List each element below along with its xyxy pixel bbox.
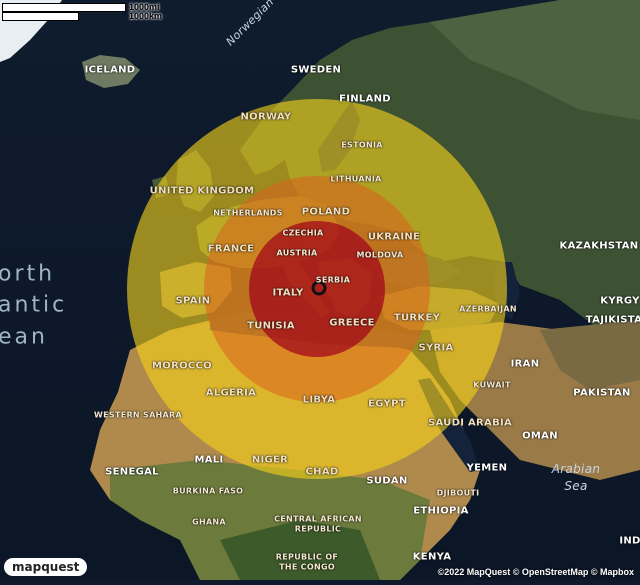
country-label-spain: SPAIN — [175, 295, 211, 307]
country-label-india: IND — [619, 535, 640, 547]
country-label-ukraine: UKRAINE — [367, 231, 421, 243]
sea-label-sea: Sea — [564, 479, 588, 493]
scale-bar-miles — [2, 3, 126, 12]
country-label-sweden: SWEDEN — [290, 64, 342, 76]
mapquest-logo[interactable]: mapquest — [4, 558, 88, 576]
scale-km-label: 1000km — [129, 11, 163, 21]
country-label-austria: AUSTRIA — [276, 248, 318, 258]
country-label-yemen: YEMEN — [466, 462, 508, 474]
country-label-syria: SYRIA — [418, 342, 454, 354]
country-label-turkey: TURKEY — [393, 312, 441, 324]
country-label-djibouti: DJIBOUTI — [436, 488, 480, 498]
country-label-western-sahara: WESTERN SAHARA — [93, 410, 183, 420]
ocean-label-north: orth — [0, 261, 56, 287]
country-label-tajikistan: TAJIKISTA — [585, 314, 640, 326]
scale-bar: 1000mi 1000km — [2, 2, 172, 22]
country-label-ghana: GHANA — [192, 517, 226, 527]
map-canvas[interactable]: 1000mi 1000km orth antic ean Norwegian A… — [0, 0, 640, 580]
satellite-basemap — [0, 0, 640, 580]
country-label-azerbaijan: AZERBAIJAN — [459, 304, 517, 314]
country-label-serbia: SERBIA — [315, 275, 351, 285]
country-label-republic: REPUBLIC — [294, 524, 342, 534]
country-label-france: FRANCE — [207, 243, 255, 255]
country-label-iceland: ICELAND — [84, 64, 136, 76]
country-label-tunisia: TUNISIA — [247, 320, 295, 332]
country-label-burkina-faso: BURKINA FASO — [172, 486, 244, 496]
country-label-central-african: CENTRAL AFRICAN — [274, 514, 362, 524]
scale-bar-km — [2, 12, 79, 21]
country-label-lithuania: LITHUANIA — [330, 174, 382, 184]
country-label-morocco: MOROCCO — [152, 360, 212, 372]
country-label-chad: CHAD — [305, 466, 339, 478]
country-label-kazakhstan: KAZAKHSTAN — [559, 240, 639, 252]
country-label-oman: OMAN — [522, 430, 558, 442]
ocean-label-atlantic: antic — [0, 292, 68, 318]
ocean-label-ocean: ean — [0, 324, 48, 350]
country-label-iran: IRAN — [510, 358, 540, 370]
map-attribution[interactable]: ©2022 MapQuest © OpenStreetMap © Mapbox — [438, 567, 634, 577]
country-label-pakistan: PAKISTAN — [573, 387, 631, 399]
country-label-mali: MALI — [194, 454, 224, 466]
country-label-algeria: ALGERIA — [205, 387, 257, 399]
country-label-norway: NORWAY — [240, 111, 292, 123]
country-label-poland: POLAND — [301, 206, 351, 218]
country-label-czechia: CZECHIA — [282, 228, 324, 238]
country-label-netherlands: NETHERLANDS — [213, 208, 283, 218]
country-label-the-congo: THE CONGO — [279, 562, 335, 572]
country-label-estonia: ESTONIA — [341, 140, 383, 150]
country-label-united-kingdom: UNITED KINGDOM — [149, 185, 255, 197]
country-label-moldova: MOLDOVA — [356, 250, 404, 260]
sea-label-arabian: Arabian — [551, 462, 601, 476]
intensity-ring-inner — [249, 221, 385, 357]
country-label-egypt: EGYPT — [368, 398, 406, 410]
country-label-kenya: KENYA — [412, 551, 452, 563]
country-label-niger: NIGER — [251, 454, 289, 466]
country-label-finland: FINLAND — [339, 93, 391, 105]
country-label-ethiopia: ETHIOPIA — [413, 505, 469, 517]
country-label-italy: ITALY — [272, 287, 304, 299]
country-label-kuwait: KUWAIT — [473, 380, 511, 390]
country-label-kyrgyzstan: KYRGY — [600, 295, 640, 307]
country-label-republic-of: REPUBLIC OF — [275, 552, 339, 562]
country-label-greece: GREECE — [329, 317, 375, 329]
country-label-senegal: SENEGAL — [105, 466, 159, 478]
country-label-sudan: SUDAN — [366, 475, 408, 487]
country-label-libya: LIBYA — [302, 394, 336, 406]
country-label-saudi-arabia: SAUDI ARABIA — [427, 417, 513, 429]
